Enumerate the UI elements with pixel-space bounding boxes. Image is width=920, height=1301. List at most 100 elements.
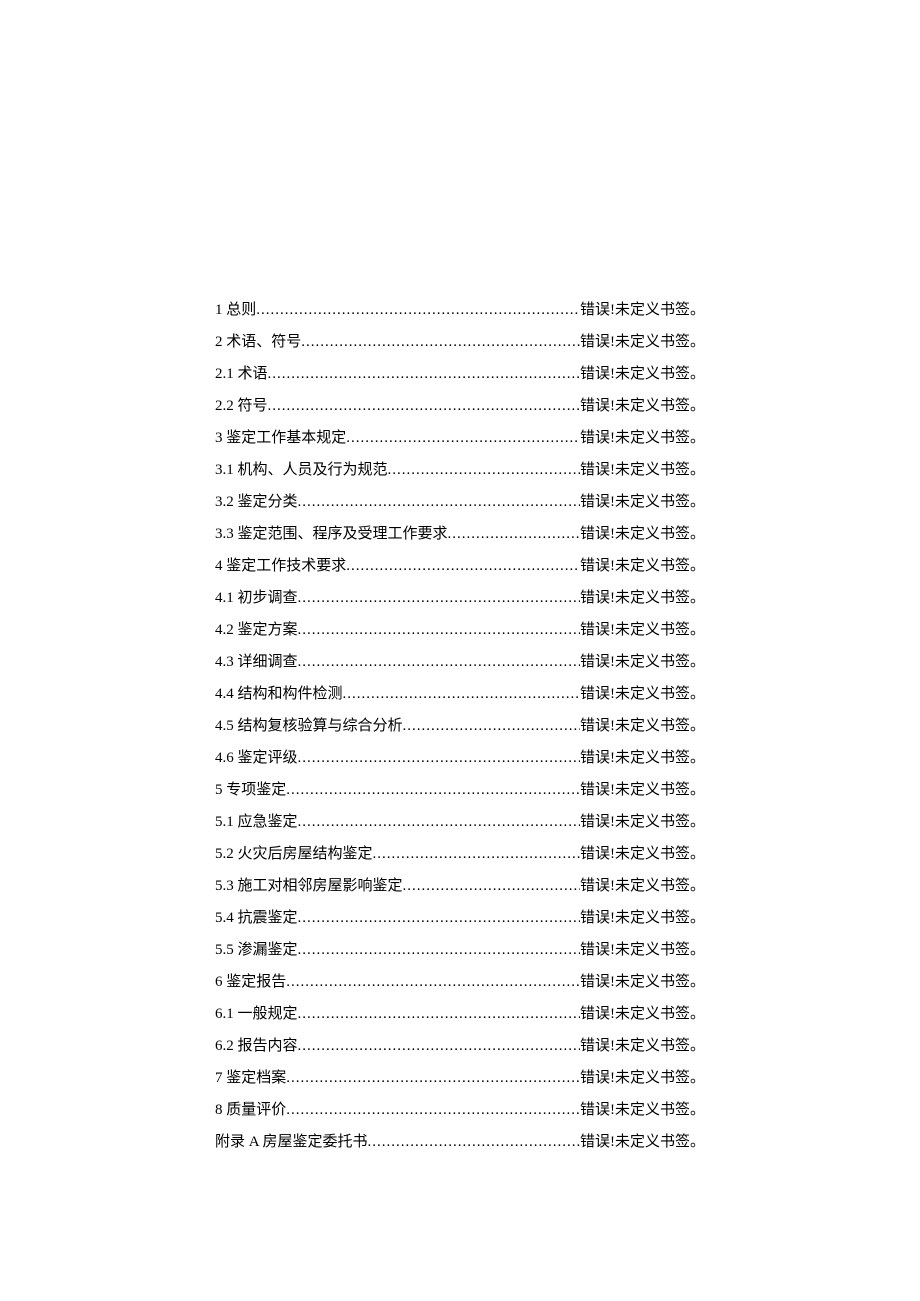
toc-entry-page: 错误!未定义书签。 (580, 492, 705, 513)
toc-entry-page: 错误!未定义书签。 (580, 1100, 705, 1121)
toc-entry-title: 6.1 一般规定 (215, 1004, 298, 1025)
toc-entry: 3 鉴定工作基本规定 错误!未定义书签。 (215, 428, 705, 449)
toc-entry: 5.4 抗震鉴定 错误!未定义书签。 (215, 908, 705, 929)
toc-entry: 3.3 鉴定范围、程序及受理工作要求 错误!未定义书签。 (215, 524, 705, 545)
toc-entry-title: 2.2 符号 (215, 396, 268, 417)
toc-entry-title: 4.2 鉴定方案 (215, 620, 298, 641)
toc-entry: 4.4 结构和构件检测 错误!未定义书签。 (215, 684, 705, 705)
toc-entry-title: 8 质量评价 (215, 1100, 286, 1121)
toc-dots (298, 812, 580, 833)
toc-entry-title: 5.2 火灾后房屋结构鉴定 (215, 844, 373, 865)
table-of-contents: 1 总则错误!未定义书签。2 术语、符号错误!未定义书签。2.1 术语错误!未定… (215, 300, 705, 1153)
toc-entry-page: 错误!未定义书签。 (580, 1004, 705, 1025)
toc-entry-title: 3.3 鉴定范围、程序及受理工作要求 (215, 524, 448, 545)
toc-dots (448, 524, 580, 545)
toc-entry-title: 4.4 结构和构件检测 (215, 684, 343, 705)
toc-entry-title: 4 鉴定工作技术要求 (215, 556, 346, 577)
toc-entry-title: 3.1 机构、人员及行为规范 (215, 460, 388, 481)
toc-entry: 2.2 符号 错误!未定义书签。 (215, 396, 705, 417)
toc-entry: 5.3 施工对相邻房屋影响鉴定 错误!未定义书签。 (215, 876, 705, 897)
toc-entry: 5 专项鉴定错误!未定义书签。 (215, 780, 705, 801)
toc-entry-title: 3 鉴定工作基本规定 (215, 428, 346, 449)
toc-entry-page: 错误!未定义书签。 (580, 876, 705, 897)
toc-entry-page: 错误!未定义书签。 (580, 908, 705, 929)
toc-dots (298, 652, 580, 673)
toc-entry-page: 错误!未定义书签。 (580, 364, 705, 385)
toc-entry-title: 5.1 应急鉴定 (215, 812, 298, 833)
toc-entry-page: 错误!未定义书签。 (580, 620, 705, 641)
toc-entry-page: 错误!未定义书签。 (580, 588, 705, 609)
toc-entry: 4.5 结构复核验算与综合分析 错误!未定义书签。 (215, 716, 705, 737)
toc-entry: 3.2 鉴定分类 错误!未定义书签。 (215, 492, 705, 513)
toc-entry-page: 错误!未定义书签。 (580, 556, 705, 577)
toc-entry-title: 5.4 抗震鉴定 (215, 908, 298, 929)
toc-entry-title: 4.5 结构复核验算与综合分析 (215, 716, 403, 737)
toc-entry-page: 错误!未定义书签。 (580, 812, 705, 833)
toc-entry-page: 错误!未定义书签。 (580, 940, 705, 961)
toc-dots (298, 940, 580, 961)
toc-entry-title: 6 鉴定报告 (215, 972, 286, 993)
toc-dots (286, 1068, 580, 1089)
toc-entry-title: 6.2 报告内容 (215, 1036, 298, 1057)
toc-entry-page: 错误!未定义书签。 (580, 1132, 705, 1153)
toc-entry-page: 错误!未定义书签。 (580, 396, 705, 417)
toc-dots (298, 908, 580, 929)
toc-entry: 3.1 机构、人员及行为规范 错误!未定义书签。 (215, 460, 705, 481)
toc-entry: 7 鉴定档案 错误!未定义书签。 (215, 1068, 705, 1089)
toc-dots (346, 428, 580, 449)
toc-entry-page: 错误!未定义书签。 (580, 460, 705, 481)
toc-entry-title: 2.1 术语 (215, 364, 268, 385)
toc-entry: 6 鉴定报告 错误!未定义书签。 (215, 972, 705, 993)
toc-entry-title: 5.5 渗漏鉴定 (215, 940, 298, 961)
toc-entry-title: 7 鉴定档案 (215, 1068, 286, 1089)
toc-entry-page: 错误!未定义书签。 (580, 652, 705, 673)
toc-dots (298, 748, 580, 769)
toc-entry: 6.1 一般规定 错误!未定义书签。 (215, 1004, 705, 1025)
toc-dots (368, 1132, 580, 1153)
toc-entry-page: 错误!未定义书签。 (580, 524, 705, 545)
toc-entry: 1 总则 错误!未定义书签。 (215, 300, 705, 321)
toc-entry: 5.1 应急鉴定 错误!未定义书签。 (215, 812, 705, 833)
toc-entry-title: 4.6 鉴定评级 (215, 748, 298, 769)
toc-entry: 6.2 报告内容 错误!未定义书签。 (215, 1036, 705, 1057)
toc-entry: 8 质量评价 错误!未定义书签。 (215, 1100, 705, 1121)
toc-entry: 4.2 鉴定方案 错误!未定义书签。 (215, 620, 705, 641)
toc-dots (343, 684, 580, 705)
toc-entry-title: 3.2 鉴定分类 (215, 492, 298, 513)
toc-dots (256, 300, 580, 321)
toc-entry-page: 错误!未定义书签。 (580, 780, 705, 801)
toc-dots (286, 780, 580, 801)
toc-dots (403, 716, 580, 737)
toc-entry-page: 错误!未定义书签。 (580, 1068, 705, 1089)
toc-entry-title: 1 总则 (215, 300, 256, 321)
toc-dots (298, 620, 580, 641)
toc-dots (286, 972, 580, 993)
toc-entry-page: 错误!未定义书签。 (580, 748, 705, 769)
toc-dots (268, 396, 580, 417)
toc-entry-page: 错误!未定义书签。 (580, 300, 705, 321)
toc-entry: 4.6 鉴定评级 错误!未定义书签。 (215, 748, 705, 769)
toc-dots (346, 556, 580, 577)
toc-dots (403, 876, 580, 897)
toc-dots (388, 460, 580, 481)
toc-entry-page: 错误!未定义书签。 (580, 716, 705, 737)
toc-entry-title: 5.3 施工对相邻房屋影响鉴定 (215, 876, 403, 897)
toc-entry-page: 错误!未定义书签。 (580, 1036, 705, 1057)
toc-entry-page: 错误!未定义书签。 (580, 844, 705, 865)
toc-entry-page: 错误!未定义书签。 (580, 684, 705, 705)
toc-entry: 4.3 详细调查错误!未定义书签。 (215, 652, 705, 673)
toc-entry: 2.1 术语 错误!未定义书签。 (215, 364, 705, 385)
toc-entry: 4.1 初步调查 错误!未定义书签。 (215, 588, 705, 609)
toc-entry-title: 附录 A 房屋鉴定委托书 (215, 1132, 368, 1153)
toc-dots (373, 844, 580, 865)
toc-dots (298, 492, 580, 513)
toc-entry-page: 错误!未定义书签。 (580, 972, 705, 993)
toc-entry-page: 错误!未定义书签。 (580, 428, 705, 449)
toc-entry: 4 鉴定工作技术要求 错误!未定义书签。 (215, 556, 705, 577)
toc-dots (268, 364, 580, 385)
toc-entry-title: 4.1 初步调查 (215, 588, 298, 609)
toc-entry-page: 错误!未定义书签。 (580, 332, 705, 353)
toc-dots (286, 1100, 580, 1121)
toc-entry: 5.5 渗漏鉴定 错误!未定义书签。 (215, 940, 705, 961)
toc-dots (301, 332, 580, 353)
